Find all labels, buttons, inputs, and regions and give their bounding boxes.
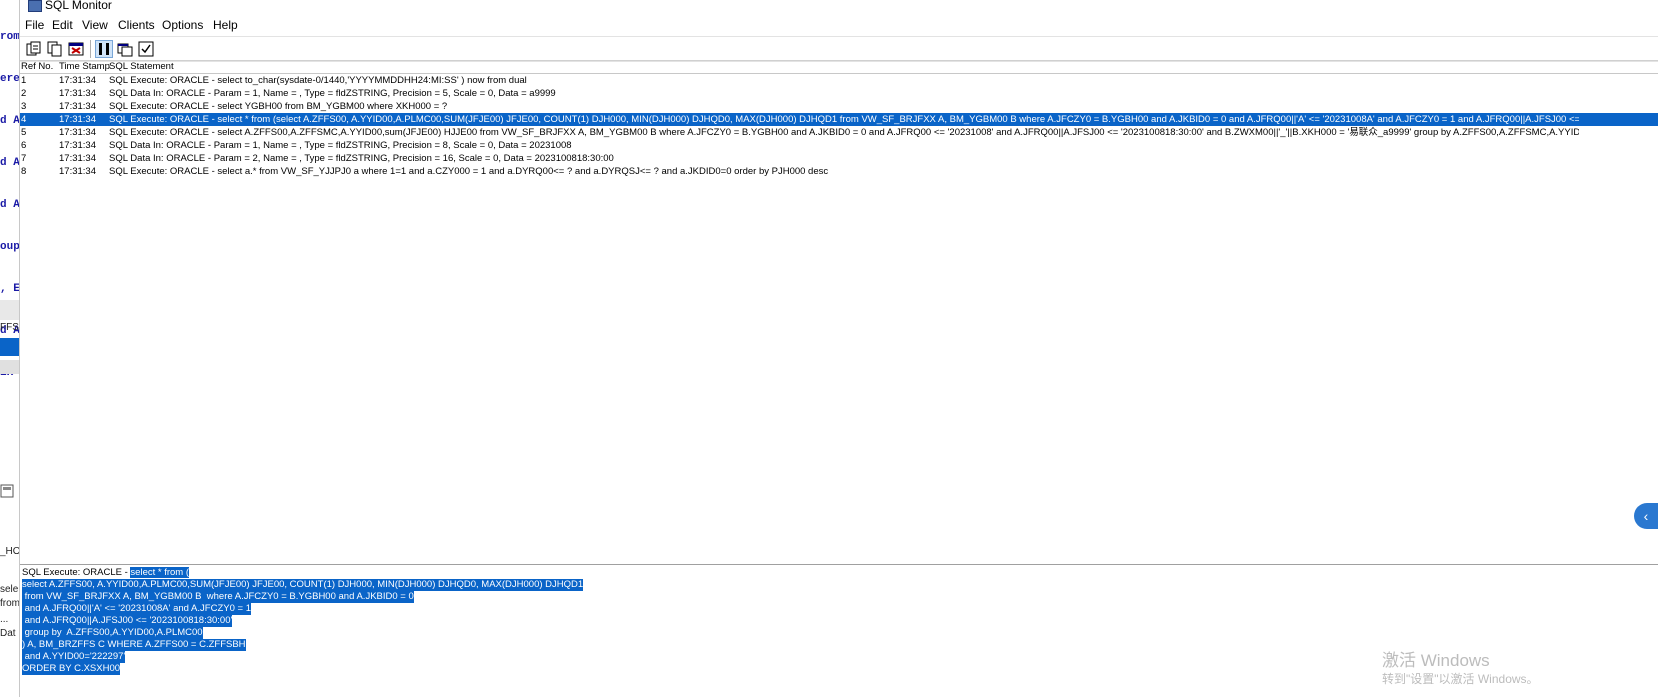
background-item: FFS: [0, 322, 19, 333]
row-statement: SQL Data In: ORACLE - Param = 1, Name = …: [109, 88, 556, 99]
background-item: from: [0, 598, 20, 609]
window-title: SQL Monitor: [45, 0, 112, 12]
collapse-arrow-icon[interactable]: ‹: [1634, 503, 1658, 529]
sql-log-grid[interactable]: Ref No. Time Stamp SQL Statement 1 17:31…: [20, 60, 1658, 566]
row-time: 17:31:34: [59, 153, 96, 164]
title-bar[interactable]: SQL Monitor: [20, 0, 1658, 13]
detail-selected-text: select * from (: [130, 567, 190, 578]
table-row-selected[interactable]: 4 17:31:34 SQL Execute: ORACLE - select …: [20, 113, 1658, 126]
activation-watermark-subtitle: 转到"设置"以激活 Windows。: [1382, 672, 1539, 686]
background-selection: [0, 338, 19, 356]
table-row[interactable]: 5 17:31:34 SQL Execute: ORACLE - select …: [20, 126, 1658, 139]
detail-line: ) A, BM_BRZFFS C WHERE A.ZFFS00 = C.ZFFS…: [22, 639, 246, 651]
column-time-stamp[interactable]: Time Stamp: [59, 61, 110, 72]
row-ref: 5: [21, 127, 27, 138]
background-icon: [0, 484, 19, 504]
grid-header: Ref No. Time Stamp SQL Statement: [20, 61, 1658, 74]
row-ref: 8: [21, 166, 27, 177]
trace-options-icon[interactable]: [116, 40, 134, 58]
background-panel: [0, 300, 19, 320]
row-statement: SQL Data In: ORACLE - Param = 2, Name = …: [109, 153, 614, 164]
copy-icon[interactable]: [46, 40, 64, 58]
row-time: 17:31:34: [59, 114, 96, 125]
toolbar: [20, 36, 1658, 62]
table-row[interactable]: 1 17:31:34 SQL Execute: ORACLE - select …: [20, 74, 1658, 87]
row-time: 17:31:34: [59, 166, 96, 177]
table-row[interactable]: 8 17:31:34 SQL Execute: ORACLE - select …: [20, 165, 1658, 178]
row-statement: SQL Execute: ORACLE - select a.* from VW…: [109, 166, 829, 177]
row-statement: SQL Data In: ORACLE - Param = 1, Name = …: [109, 140, 572, 151]
app-icon: [28, 0, 42, 12]
code-line: , E: [0, 283, 20, 295]
row-statement: SQL Execute: ORACLE - select YGBH00 from…: [109, 101, 448, 112]
row-ref: 7: [21, 153, 27, 164]
checklist-icon[interactable]: [137, 40, 155, 58]
detail-line: group by A.ZFFS00,A.YYID00,A.PLMC00: [22, 627, 203, 639]
background-item: sele: [0, 584, 19, 595]
row-time: 17:31:34: [59, 140, 96, 151]
column-sql-statement[interactable]: SQL Statement: [109, 61, 174, 72]
detail-line: and A.YYID00='222297': [22, 651, 126, 663]
clear-icon[interactable]: [67, 40, 85, 58]
menu-edit[interactable]: Edit: [52, 18, 73, 32]
row-time: 17:31:34: [59, 127, 96, 138]
detail-line: and A.JFRQ00||'A' <= '20231008A' and A.J…: [22, 603, 251, 615]
sql-monitor-window: SQL Monitor File Edit View Clients Optio…: [20, 0, 1658, 698]
save-log-icon[interactable]: [25, 40, 43, 58]
detail-first-line: SQL Execute: ORACLE - select * from (: [22, 567, 190, 579]
toolbar-separator: [90, 40, 91, 58]
background-window: rom ere d A d A d A oup , E d A ER FFS _…: [0, 0, 20, 697]
menu-help[interactable]: Help: [213, 18, 238, 32]
code-line: d A: [0, 157, 20, 169]
table-row[interactable]: 2 17:31:34 SQL Data In: ORACLE - Param =…: [20, 87, 1658, 100]
menu-options[interactable]: Options: [162, 18, 203, 32]
detail-line: ORDER BY C.XSXH00: [22, 663, 121, 675]
column-ref-no[interactable]: Ref No.: [21, 61, 53, 72]
pause-icon[interactable]: [95, 40, 113, 58]
background-item: _HO: [0, 546, 20, 557]
menu-view[interactable]: View: [82, 18, 108, 32]
row-time: 17:31:34: [59, 75, 96, 86]
detail-prefix: SQL Execute: ORACLE -: [22, 567, 131, 578]
detail-line: from VW_SF_BRJFXX A, BM_YGBM00 B where A…: [22, 591, 414, 603]
row-ref: 3: [21, 101, 27, 112]
row-ref: 1: [21, 75, 27, 86]
row-ref: 4: [21, 114, 27, 125]
row-ref: 2: [21, 88, 27, 99]
background-item: ...: [0, 614, 9, 625]
menu-clients[interactable]: Clients: [118, 18, 155, 32]
code-line: d A: [0, 115, 20, 127]
row-statement: SQL Execute: ORACLE - select * from (sel…: [109, 114, 1579, 125]
row-ref: 6: [21, 140, 27, 151]
row-time: 17:31:34: [59, 88, 96, 99]
detail-line: and A.JFRQ00||A.JFSJ00 <= '2023100818:30…: [22, 615, 233, 627]
background-item: Dat: [0, 628, 16, 639]
activation-watermark-title: 激活 Windows: [1382, 651, 1490, 670]
background-panel: [0, 360, 19, 374]
row-statement: SQL Execute: ORACLE - select to_char(sys…: [109, 75, 527, 86]
code-line: ere: [0, 73, 20, 85]
code-line: oup: [0, 241, 20, 253]
table-row[interactable]: 3 17:31:34 SQL Execute: ORACLE - select …: [20, 100, 1658, 113]
row-time: 17:31:34: [59, 101, 96, 112]
menu-file[interactable]: File: [25, 18, 44, 32]
code-line: d A: [0, 199, 20, 211]
menu-bar: File Edit View Clients Options Help: [20, 15, 1658, 35]
table-row[interactable]: 7 17:31:34 SQL Data In: ORACLE - Param =…: [20, 152, 1658, 165]
code-line: rom: [0, 31, 20, 43]
row-statement: SQL Execute: ORACLE - select A.ZFFS00,A.…: [109, 127, 1579, 138]
table-row[interactable]: 6 17:31:34 SQL Data In: ORACLE - Param =…: [20, 139, 1658, 152]
detail-line: select A.ZFFS00, A.YYID00,A.PLMC00,SUM(J…: [22, 579, 584, 591]
